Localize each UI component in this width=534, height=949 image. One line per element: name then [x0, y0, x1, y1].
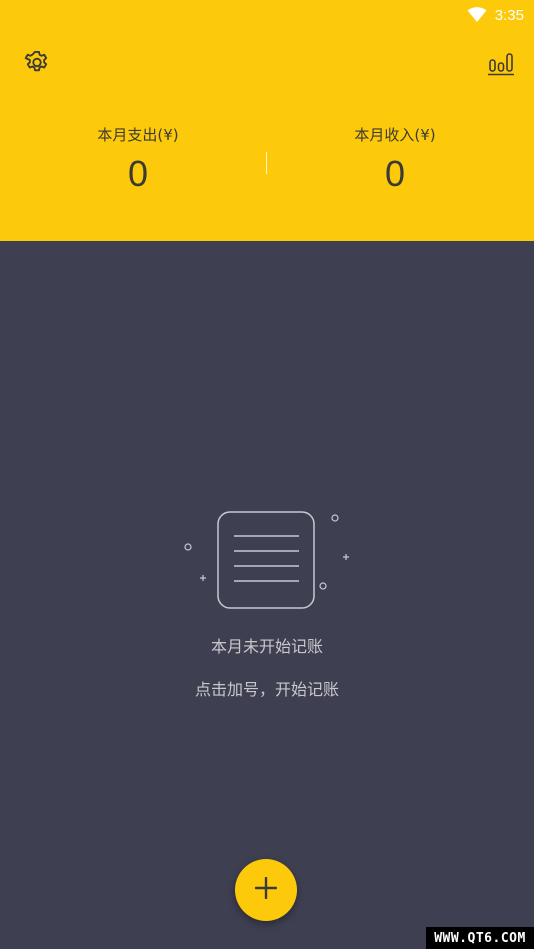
- monthly-expense-summary: 本月支出(¥) 0: [38, 124, 238, 195]
- status-bar: 3:35: [467, 4, 524, 26]
- income-value: 0: [384, 153, 406, 194]
- empty-state-title: 本月未开始记账: [210, 637, 323, 656]
- gear-icon: [23, 49, 51, 81]
- watermark: WWW.QT6.COM: [426, 927, 534, 949]
- settings-button[interactable]: [19, 47, 55, 83]
- add-record-button[interactable]: [235, 859, 297, 921]
- expense-value: 0: [127, 153, 149, 194]
- header-bar: 3:35 本月支出(¥) 0 本月收入(¥) 0: [0, 0, 534, 241]
- wifi-icon: [467, 7, 487, 23]
- income-label: 本月收入(¥): [354, 126, 436, 144]
- empty-state-hint: 点击加号，开始记账: [194, 680, 339, 699]
- statistics-button[interactable]: [483, 47, 519, 83]
- summary-divider: [266, 152, 267, 174]
- expense-label: 本月支出(¥): [97, 126, 179, 144]
- monthly-income-summary: 本月收入(¥) 0: [295, 124, 495, 195]
- notebook-icon: [180, 508, 355, 612]
- bar-chart-icon: [487, 50, 515, 80]
- status-time: 3:35: [494, 6, 524, 24]
- plus-icon: [254, 876, 278, 903]
